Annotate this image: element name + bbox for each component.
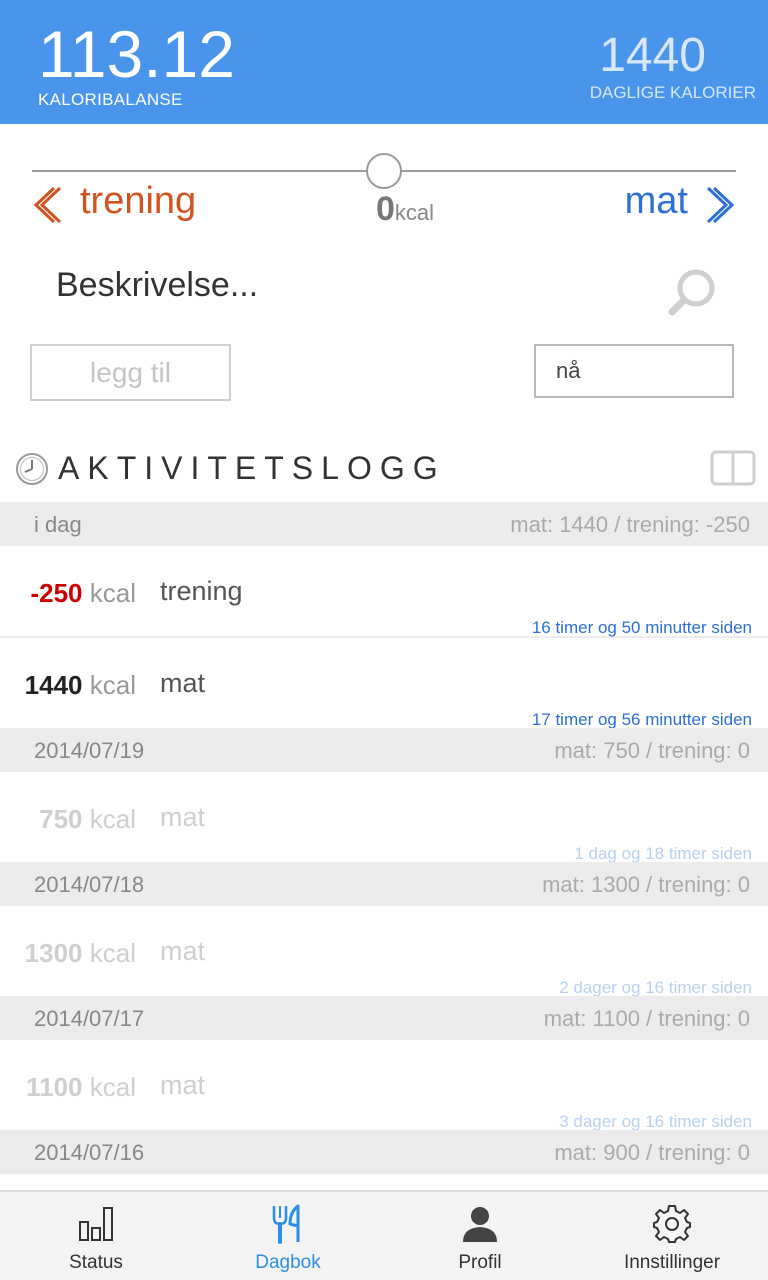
day-summary: mat: 750 / trening: 0 (554, 738, 750, 763)
activity-log-list[interactable]: i dag mat: 1440 / trening: -250 -250 kca… (0, 502, 768, 1190)
day-date: 2014/07/19 (34, 738, 145, 763)
tab-dagbok[interactable]: Dagbok (192, 1192, 384, 1280)
kcal-amount-value: 0 (376, 190, 395, 228)
log-entry[interactable]: 750 kcal mat 1 dag og 18 timer siden (0, 772, 768, 863)
chevron-left-icon[interactable] (28, 184, 64, 226)
day-summary: mat: 1100 / trening: 0 (543, 1006, 750, 1031)
activity-log-title: AKTIVITETSLOGG (58, 450, 446, 486)
entry-kcal-value: 750 (39, 804, 83, 834)
daily-calories-label: DAGLIGE KALORIER (589, 83, 756, 102)
day-summary: mat: 1440 / trening: -250 (510, 512, 750, 537)
person-icon (463, 1207, 497, 1242)
search-icon[interactable] (664, 266, 720, 322)
day-header: 2014/07/19 mat: 750 / trening: 0 (0, 728, 768, 772)
day-date: 2014/07/16 (34, 1140, 145, 1165)
book-icon[interactable] (710, 450, 756, 486)
entry-type: mat (160, 802, 206, 832)
day-summary: mat: 900 / trening: 0 (554, 1140, 750, 1165)
entry-time-ago: 3 dager og 16 timer siden (559, 1112, 752, 1131)
tab-profil[interactable]: Profil (384, 1192, 576, 1280)
chevron-right-icon[interactable] (704, 184, 740, 226)
entry-kcal-value: 1440 (24, 670, 83, 700)
tab-label: Status (69, 1252, 123, 1273)
entry-kcal: 1100 kcal (26, 1072, 136, 1103)
calorie-balance-value: 113.12 (38, 17, 235, 91)
entry-time-ago: 1 dag og 18 timer siden (574, 844, 752, 863)
day-date: i dag (34, 512, 82, 537)
log-entry[interactable]: -250 kcal trening 16 timer og 50 minutte… (0, 546, 768, 638)
exercise-label[interactable]: trening (80, 180, 196, 223)
calorie-balance-label: KALORIBALANSE (38, 90, 183, 109)
entry-time-ago: 17 timer og 56 minutter siden (531, 710, 752, 729)
log-entry[interactable]: 1100 kcal mat 3 dager og 16 timer siden (0, 1040, 768, 1131)
tab-label: Innstillinger (623, 1252, 721, 1273)
day-header: 2014/07/18 mat: 1300 / trening: 0 (0, 862, 768, 906)
entry-type: mat (160, 936, 206, 966)
gear-icon (653, 1205, 691, 1243)
entry-kcal-unit: kcal (89, 1072, 136, 1102)
bottom-tab-bar: Status Dagbok Profil Innstillinger (0, 1190, 768, 1280)
entry-kcal-unit: kcal (89, 938, 136, 968)
food-label[interactable]: mat (625, 180, 688, 223)
kcal-slider-thumb[interactable] (366, 153, 402, 189)
time-input[interactable]: nå (534, 344, 734, 398)
entry-kcal-value: 1100 (26, 1072, 83, 1102)
add-button[interactable]: legg til (30, 344, 231, 401)
entry-type: mat (160, 668, 206, 698)
tab-status[interactable]: Status (0, 1192, 192, 1280)
clock-icon (16, 453, 48, 485)
kcal-amount-unit: kcal (394, 200, 435, 225)
tab-label: Profil (458, 1252, 502, 1273)
entry-kcal-value: 1300 (24, 938, 83, 968)
fork-knife-icon (272, 1204, 300, 1244)
log-entry[interactable]: 1440 kcal mat 17 timer og 56 minutter si… (0, 638, 768, 729)
tab-label: Dagbok (255, 1252, 321, 1273)
day-summary: mat: 1300 / trening: 0 (542, 872, 750, 897)
day-header: 2014/07/17 mat: 1100 / trening: 0 (0, 996, 768, 1040)
entry-kcal-unit: kcal (89, 804, 136, 834)
entry-kcal: 1300 kcal (25, 938, 136, 969)
entry-type: mat (160, 1070, 206, 1100)
entry-kcal-unit: kcal (89, 670, 136, 700)
day-header: 2014/07/16 mat: 900 / trening: 0 (0, 1130, 768, 1174)
entry-time-ago: 2 dager og 16 timer siden (559, 978, 752, 997)
bar-chart-icon (79, 1207, 113, 1241)
tab-innstillinger[interactable]: Innstillinger (576, 1192, 768, 1280)
daily-calories-value[interactable]: 1440 (599, 28, 706, 84)
entry-type: trening (160, 576, 243, 606)
entry-kcal-value: -250 (30, 578, 83, 608)
description-input[interactable]: Beskrivelse... (56, 266, 258, 305)
kcal-amount: 0kcal (376, 190, 434, 229)
entry-kcal: -250 kcal (30, 578, 136, 609)
entry-time-ago: 16 timer og 50 minutter siden (531, 618, 752, 637)
log-entry[interactable]: 1300 kcal mat 2 dager og 16 timer siden (0, 906, 768, 997)
calorie-header: 113.12 KALORIBALANSE 1440 DAGLIGE KALORI… (0, 0, 768, 124)
entry-kcal: 750 kcal (39, 804, 136, 835)
entry-kcal-unit: kcal (89, 578, 136, 608)
day-header: i dag mat: 1440 / trening: -250 (0, 502, 768, 546)
day-date: 2014/07/18 (34, 872, 145, 897)
day-date: 2014/07/17 (34, 1006, 145, 1031)
entry-kcal: 1440 kcal (25, 670, 136, 701)
